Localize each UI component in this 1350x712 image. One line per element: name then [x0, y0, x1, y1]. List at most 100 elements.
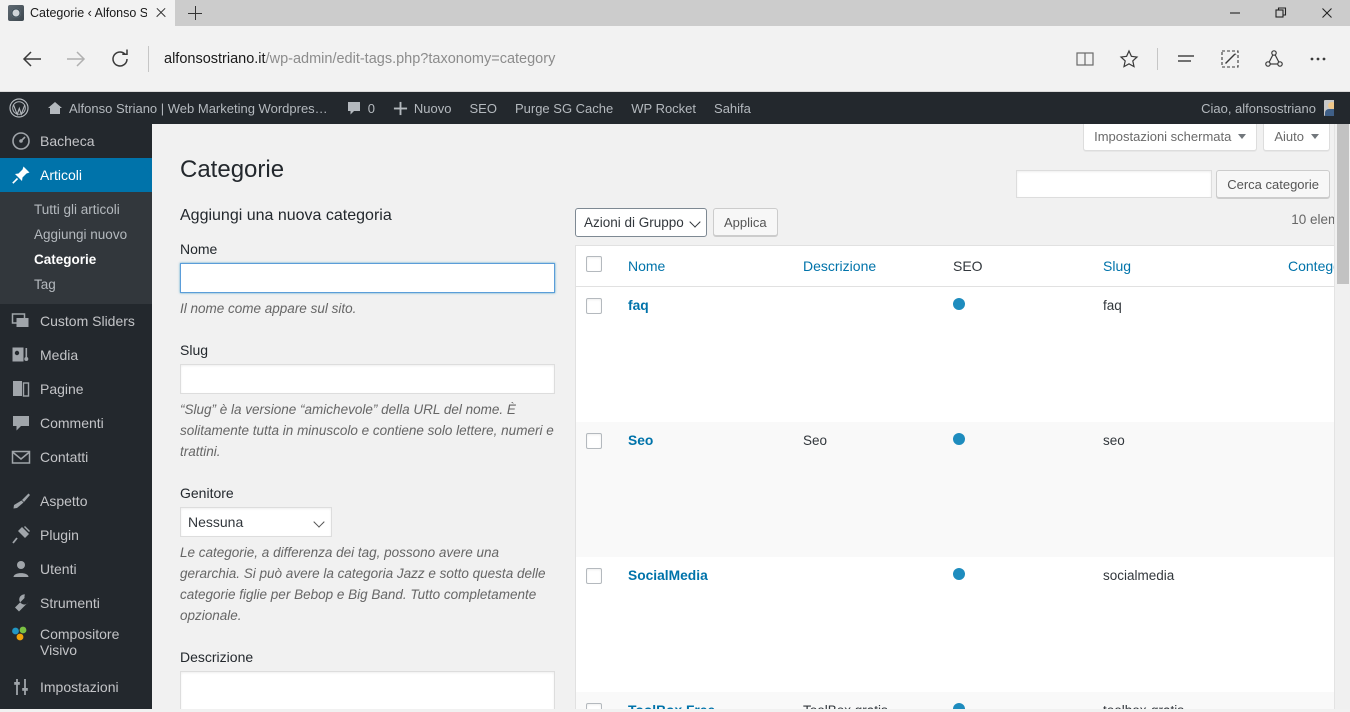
sidebar-item-plugin[interactable]: Plugin [0, 518, 152, 552]
share-icon[interactable] [1252, 37, 1296, 81]
search-submit-button[interactable]: Cerca categorie [1216, 170, 1330, 198]
wp-logo-menu[interactable] [0, 92, 38, 124]
scrollbar-thumb[interactable] [1337, 124, 1349, 284]
minimize-icon[interactable] [1212, 0, 1258, 26]
column-header-descrizione[interactable]: Descrizione [793, 246, 943, 288]
favorites-star-icon[interactable] [1107, 37, 1151, 81]
row-checkbox[interactable] [586, 703, 602, 709]
adminbar-item-wp-rocket[interactable]: WP Rocket [622, 92, 705, 124]
maximize-icon[interactable] [1258, 0, 1304, 26]
genitore-select[interactable]: Nessuna [180, 506, 332, 537]
search-input[interactable] [1016, 170, 1213, 198]
my-account-menu[interactable]: Ciao, alfonsostriano [1201, 92, 1350, 124]
reload-icon[interactable] [98, 37, 142, 81]
browser-navbar: alfonsostriano.it/wp-admin/edit-tags.php… [0, 26, 1350, 92]
sidebar-item-contatti[interactable]: Contatti [0, 440, 152, 474]
row-description-cell [793, 557, 943, 692]
row-checkbox-cell [576, 692, 618, 709]
comments-menu[interactable]: 0 [337, 92, 384, 124]
sidebar-item-utenti[interactable]: Utenti [0, 552, 152, 586]
column-header-slug[interactable]: Slug [1093, 246, 1278, 288]
sidebar-item-media[interactable]: Media [0, 338, 152, 372]
new-tab-button[interactable] [175, 0, 215, 26]
dashboard-icon [12, 132, 30, 150]
new-content-menu[interactable]: Nuovo [384, 92, 461, 124]
adminbar-item-sahifa[interactable]: Sahifa [705, 92, 760, 124]
sidebar-item-label: Strumenti [40, 594, 100, 611]
url-text: alfonsostriano.it/wp-admin/edit-tags.php… [164, 51, 555, 67]
settings-sliders-icon [14, 679, 28, 695]
new-content-label: Nuovo [413, 100, 452, 116]
adminbar-item-purge-sg-cache[interactable]: Purge SG Cache [506, 92, 622, 124]
sidebar-item-custom-sliders[interactable]: Custom Sliders [0, 304, 152, 338]
window-close-icon[interactable] [1304, 0, 1350, 26]
sidebar-item-bacheca[interactable]: Bacheca [0, 124, 152, 158]
category-link[interactable]: faq [628, 298, 649, 313]
url-path: /wp-admin/edit-tags.php?taxonomy=categor… [265, 50, 556, 67]
back-arrow-icon[interactable] [10, 37, 54, 81]
sidebar-item-label: Contatti [40, 448, 89, 465]
column-header-nome[interactable]: Nome [618, 246, 793, 288]
category-link[interactable]: ToolBox Free [628, 703, 715, 709]
category-link[interactable]: SocialMedia [628, 568, 708, 583]
row-description-cell: ToolBox gratis [793, 692, 943, 709]
sidebar-item-aspetto[interactable]: Aspetto [0, 484, 152, 518]
apply-button[interactable]: Applica [713, 208, 778, 237]
search-box: Cerca categorie [1016, 170, 1330, 198]
reading-view-icon[interactable] [1063, 37, 1107, 81]
sidebar-item-pagine[interactable]: Pagine [0, 372, 152, 406]
wordpress-logo-icon [9, 98, 29, 118]
row-slug-cell: seo [1093, 422, 1278, 558]
sidebar-item-commenti[interactable]: Commenti [0, 406, 152, 440]
sidebar-item-articoli[interactable]: Articoli [0, 158, 152, 192]
bulk-actions-select[interactable]: Azioni di Gruppo [575, 207, 707, 237]
appearance-brush-icon [13, 493, 30, 509]
site-name-menu[interactable]: Alfonso Striano | Web Marketing Wordpres… [38, 92, 337, 124]
row-checkbox[interactable] [586, 298, 602, 315]
select-all-checkbox[interactable] [586, 256, 602, 273]
more-icon[interactable] [1296, 37, 1340, 81]
table-body: faq faq 3 Seo Seo [576, 287, 1350, 709]
row-seo-cell [943, 692, 1093, 709]
slug-input[interactable] [180, 364, 555, 395]
browser-tab[interactable]: Categorie ‹ Alfonso Stria [0, 0, 175, 26]
category-link[interactable]: Seo [628, 433, 653, 448]
forward-arrow-icon[interactable] [54, 37, 98, 81]
admin-sidebar-menu: Bacheca Articoli Tutti gli articoli Aggi… [0, 124, 152, 709]
page-scrollbar[interactable] [1334, 124, 1350, 709]
categories-list: Azioni di Gruppo Applica 10 elementi [570, 207, 1350, 709]
nome-input[interactable] [180, 263, 555, 294]
row-checkbox[interactable] [586, 568, 602, 585]
hub-icon[interactable] [1164, 37, 1208, 81]
seo-score-dot [953, 433, 965, 446]
row-name-cell: ToolBox Free [618, 692, 793, 709]
sidebar-item-strumenti[interactable]: Strumenti [0, 586, 152, 620]
sidebar-item-label: Pagine [40, 380, 84, 397]
categories-table: Nome Descrizione SEO Slug Conteggio faq … [575, 245, 1350, 709]
address-bar[interactable]: alfonsostriano.it/wp-admin/edit-tags.php… [148, 37, 1063, 81]
sidebar-item-impostazioni[interactable]: Impostazioni [0, 670, 152, 704]
sidebar-item-tutti-gli-articoli[interactable]: Tutti gli articoli [0, 197, 152, 222]
comments-icon [13, 416, 29, 431]
sidebar-separator [0, 474, 152, 484]
table-head: Nome Descrizione SEO Slug Conteggio [576, 246, 1350, 288]
pin-icon [12, 166, 30, 184]
adminbar-item-seo[interactable]: SEO [461, 92, 506, 124]
nome-description: Il nome come appare sul sito. [180, 301, 357, 317]
row-checkbox[interactable] [586, 433, 602, 450]
submenu-item-label: Tutti gli articoli [34, 202, 120, 217]
descrizione-textarea[interactable] [180, 670, 555, 709]
visual-composer-icon [12, 626, 27, 641]
slug-label: Slug [180, 342, 209, 359]
sidebar-item-tag[interactable]: Tag [0, 272, 152, 297]
wp-body: Bacheca Articoli Tutti gli articoli Aggi… [0, 124, 1350, 709]
sidebar-item-aggiungi-nuovo[interactable]: Aggiungi nuovo [0, 222, 152, 247]
tab-strip: Categorie ‹ Alfonso Stria [0, 0, 215, 26]
row-name-cell: SocialMedia [618, 557, 793, 692]
web-note-icon[interactable] [1208, 37, 1252, 81]
sidebar-item-categorie[interactable]: Categorie [0, 247, 152, 272]
table-row: SocialMedia socialmedia 6 [576, 557, 1350, 692]
sidebar-item-compositore-visivo[interactable]: Compositore Visivo [0, 620, 152, 670]
sidebar-item-label: Bacheca [40, 132, 95, 149]
close-icon[interactable] [153, 5, 169, 21]
